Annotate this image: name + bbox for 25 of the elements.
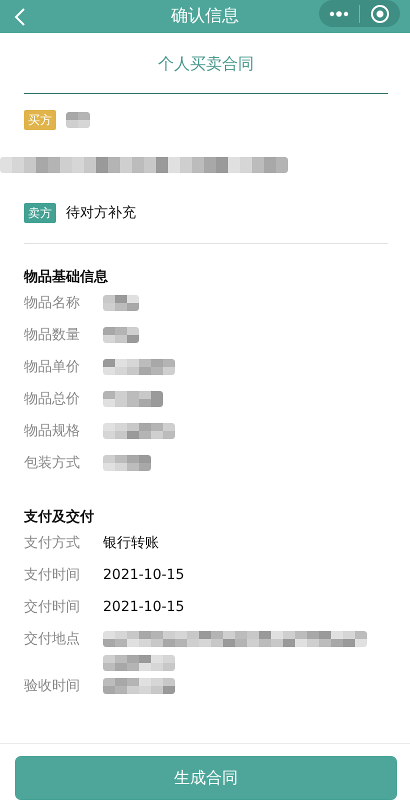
more-icon[interactable] <box>329 10 349 16</box>
field-label: 物品名称 <box>24 294 81 313</box>
field-label: 支付时间 <box>24 566 81 585</box>
party-name: 待对方补充 <box>66 204 136 222</box>
nav-title: 确认信息 <box>171 5 239 27</box>
contract-title: 个人买卖合同 <box>24 33 388 94</box>
back-icon[interactable] <box>14 6 26 26</box>
field-value: 银行转账 <box>103 534 159 553</box>
field-label: 包装方式 <box>24 454 81 473</box>
field-label: 物品单价 <box>24 358 81 377</box>
section-title: 支付及交付 <box>24 508 95 526</box>
field-value: 2021-10-15 <box>103 598 184 617</box>
field-label: 物品规格 <box>24 422 81 441</box>
section-title: 物品基础信息 <box>24 268 109 286</box>
buyer-tag: 买方 <box>24 110 56 130</box>
field-value: 2021-10-15 <box>103 566 184 585</box>
field-label: 交付地点 <box>24 630 81 649</box>
field-label: 支付方式 <box>24 534 81 553</box>
generate-contract-button[interactable]: 生成合同 <box>15 756 397 800</box>
field-label: 物品总价 <box>24 390 81 409</box>
field-label: 交付时间 <box>24 598 81 617</box>
field-label: 物品数量 <box>24 326 81 345</box>
target-icon[interactable] <box>370 4 390 24</box>
field-label: 验收时间 <box>24 677 81 696</box>
seller-tag: 卖方 <box>24 203 56 223</box>
